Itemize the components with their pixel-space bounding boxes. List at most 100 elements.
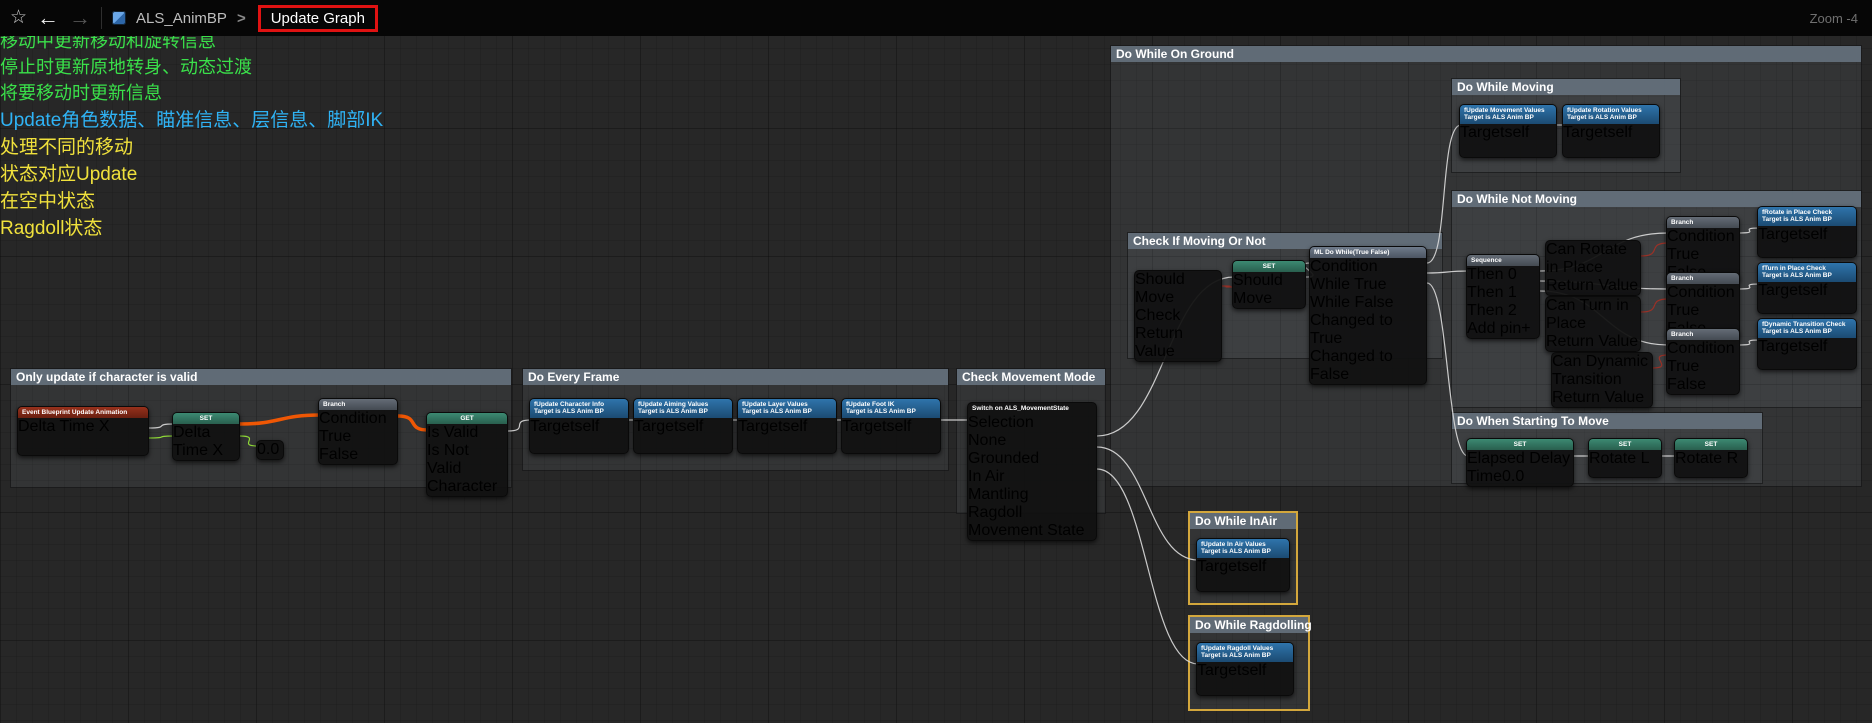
- pin-delta-time-x[interactable]: Delta Time X: [173, 424, 239, 460]
- comment-title[interactable]: Do While Not Moving: [1452, 191, 1861, 207]
- pin-default-value[interactable]: self: [1607, 124, 1632, 141]
- update-ragdoll-values[interactable]: fUpdate Ragdoll Values Target is ALS Anim…: [1196, 642, 1294, 696]
- comment-title[interactable]: Do When Starting To Move: [1452, 413, 1762, 429]
- comment-title[interactable]: Do While Moving: [1452, 79, 1680, 95]
- comment-title[interactable]: Do Every Frame: [523, 369, 948, 385]
- branch-is-valid[interactable]: Branch Condition True False: [318, 398, 398, 466]
- pin-rotate-l[interactable]: Rotate L: [1589, 450, 1661, 468]
- pin-condition[interactable]: Condition: [1310, 258, 1426, 276]
- pin-default-value[interactable]: self: [1802, 338, 1827, 355]
- pin-target[interactable]: Targetself: [1758, 226, 1856, 244]
- pin-then-2[interactable]: Then 2: [1467, 302, 1539, 320]
- pin-return-value[interactable]: Return Value: [1135, 325, 1221, 361]
- can-rotate-in-place[interactable]: Can Rotate in Place Return Value: [1545, 240, 1641, 296]
- pin-is-not-valid[interactable]: Is Not Valid: [427, 442, 507, 478]
- can-dynamic-transition[interactable]: Can Dynamic Transition Return Value: [1551, 352, 1653, 408]
- update-rotation-values[interactable]: fUpdate Rotation Values Target is ALS Ani…: [1562, 104, 1660, 158]
- pin-true[interactable]: True: [1667, 246, 1739, 264]
- add-pin-icon[interactable]: +: [1521, 320, 1530, 337]
- pin-true[interactable]: True: [1667, 358, 1739, 376]
- pin-true[interactable]: True: [1667, 302, 1739, 320]
- pin-default-value[interactable]: self: [886, 418, 911, 435]
- pin-target[interactable]: Targetself: [1197, 558, 1289, 576]
- pin-elapsed-delay-time[interactable]: Elapsed Delay Time0.0: [1467, 450, 1573, 486]
- pin-false[interactable]: False: [1667, 376, 1739, 394]
- pin-mantling[interactable]: Mantling: [968, 486, 1096, 504]
- pin-selection[interactable]: Selection: [968, 414, 1096, 432]
- get-character[interactable]: GET Is Valid Is Not Valid Character: [426, 412, 508, 498]
- set-rotate-r[interactable]: SET Rotate R: [1674, 438, 1748, 478]
- comment-title[interactable]: Do While On Ground: [1111, 46, 1861, 62]
- pin-default-value[interactable]: self: [678, 418, 703, 435]
- update-in-air-values[interactable]: fUpdate In Air Values Target is ALS Anim …: [1196, 538, 1290, 592]
- ml-do-while-true-false[interactable]: ML Do While(True False) Condition While Tr…: [1309, 246, 1427, 386]
- pin-condition[interactable]: Condition: [1667, 284, 1739, 302]
- update-aiming-values[interactable]: fUpdate Aiming Values Target is ALS Anim …: [633, 398, 733, 454]
- pin-default-value[interactable]: self: [574, 418, 599, 435]
- update-character-info[interactable]: fUpdate Character Info Target is ALS Anim…: [529, 398, 629, 454]
- branch-dynamic-transition[interactable]: Branch Condition True False: [1666, 328, 1740, 396]
- pin-condition[interactable]: Condition: [1667, 340, 1739, 358]
- pin-then-1[interactable]: Then 1: [1467, 284, 1539, 302]
- set-rotate-l[interactable]: SET Rotate L: [1588, 438, 1662, 478]
- pin-target[interactable]: Targetself: [1460, 124, 1556, 142]
- pin-target[interactable]: Targetself: [842, 418, 940, 436]
- pin-target[interactable]: Targetself: [738, 418, 836, 436]
- pin-is-valid[interactable]: Is Valid: [427, 424, 507, 442]
- set-should-move[interactable]: SET Should Move: [1232, 260, 1306, 310]
- sequence[interactable]: Sequence Then 0 Then 1 Then 2 Add pin+: [1466, 254, 1540, 340]
- should-move-check[interactable]: Should Move Check Return Value: [1134, 270, 1222, 362]
- pin-default-value[interactable]: self: [1241, 558, 1266, 575]
- pin-changed-to-true[interactable]: Changed to True: [1310, 312, 1426, 348]
- pin-default-value[interactable]: self: [782, 418, 807, 435]
- pin-changed-to-false[interactable]: Changed to False: [1310, 348, 1426, 384]
- pin-in-air[interactable]: In Air: [968, 468, 1096, 486]
- pin-none[interactable]: None: [968, 432, 1096, 450]
- comment-title[interactable]: Do While InAir: [1190, 513, 1296, 529]
- pin-target[interactable]: Targetself: [634, 418, 732, 436]
- pin-should-move[interactable]: Should Move: [1233, 272, 1305, 308]
- update-layer-values[interactable]: fUpdate Layer Values Target is ALS Anim B…: [737, 398, 837, 454]
- breadcrumb-current-graph[interactable]: Update Graph: [257, 4, 378, 32]
- pin-then-0[interactable]: Then 0: [1467, 266, 1539, 284]
- pin-add-pin[interactable]: Add pin+: [1467, 320, 1539, 338]
- pin-rotate-r[interactable]: Rotate R: [1675, 450, 1747, 468]
- pin-delta-time-x[interactable]: Delta Time X: [18, 418, 148, 436]
- rotate-in-place-check[interactable]: fRotate in Place Check Target is ALS Anim…: [1757, 206, 1857, 258]
- pin-ragdoll[interactable]: Ragdoll: [968, 504, 1096, 522]
- pin-false[interactable]: False: [319, 446, 397, 464]
- pin-default-value[interactable]: self: [1241, 662, 1266, 679]
- pin-while-true[interactable]: While True: [1310, 276, 1426, 294]
- pin-target[interactable]: Targetself: [1758, 338, 1856, 356]
- pin-while-false[interactable]: While False: [1310, 294, 1426, 312]
- pin-default-value[interactable]: self: [1802, 282, 1827, 299]
- back-arrow-icon[interactable]: ←: [37, 0, 59, 36]
- pin-default-value[interactable]: self: [1504, 124, 1529, 141]
- pin-default-value[interactable]: 0.0: [1502, 468, 1524, 485]
- pin-grounded[interactable]: Grounded: [968, 450, 1096, 468]
- update-movement-values[interactable]: fUpdate Movement Values Target is ALS Ani…: [1459, 104, 1557, 158]
- dynamic-transition-check[interactable]: fDynamic Transition Check Target is ALS A…: [1757, 318, 1857, 370]
- comment-title[interactable]: Only update if character is valid: [11, 369, 511, 385]
- pin-return-value[interactable]: Return Value: [1546, 277, 1640, 295]
- float-literal[interactable]: 0.0: [256, 440, 284, 460]
- pin-true[interactable]: True: [319, 428, 397, 446]
- comment-title[interactable]: Check Movement Mode: [957, 369, 1105, 385]
- event-blueprint-update-animation[interactable]: Event Blueprint Update Animation Delta Ti…: [17, 406, 149, 456]
- pin-target[interactable]: Targetself: [1563, 124, 1659, 142]
- pin-character[interactable]: Character: [427, 478, 507, 496]
- favorite-star-icon[interactable]: ☆: [10, 0, 27, 36]
- pin-target[interactable]: Targetself: [1758, 282, 1856, 300]
- pin-return-value[interactable]: Return Value: [1552, 389, 1652, 407]
- node-footer-selector[interactable]: Movement State: [968, 522, 1096, 540]
- pin-condition[interactable]: Condition: [1667, 228, 1739, 246]
- switch-on-als-movementstate[interactable]: Switch on ALS_MovementState Selection None…: [967, 402, 1097, 542]
- set-delta-time-x[interactable]: SET Delta Time X: [172, 412, 240, 462]
- can-turn-in-place[interactable]: Can Turn in Place Return Value: [1545, 296, 1641, 352]
- pin-condition[interactable]: Condition: [319, 410, 397, 428]
- turn-in-place-check[interactable]: fTurn in Place Check Target is ALS Anim B…: [1757, 262, 1857, 314]
- pin-default-value[interactable]: self: [1802, 226, 1827, 243]
- pin-return-value[interactable]: Return Value: [1546, 333, 1640, 351]
- breadcrumb-asset-name[interactable]: ALS_AnimBP: [136, 10, 227, 27]
- comment-title[interactable]: Do While Ragdolling: [1190, 617, 1312, 633]
